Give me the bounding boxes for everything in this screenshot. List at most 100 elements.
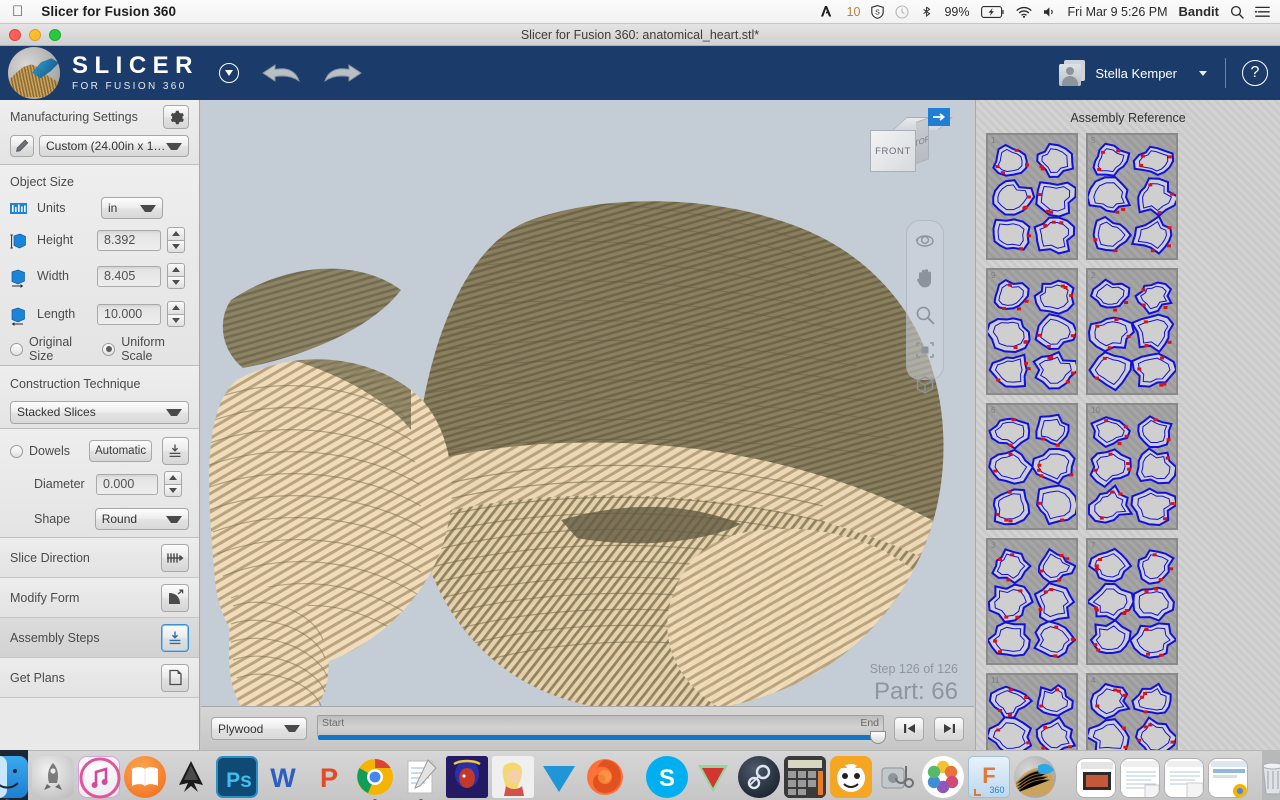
dock-item-photos[interactable] — [922, 756, 964, 798]
redo-button[interactable] — [323, 62, 363, 84]
dowels-radio[interactable] — [10, 444, 23, 458]
length-input[interactable]: 10.000 — [97, 303, 161, 325]
material-dropdown[interactable]: Plywood — [211, 717, 307, 740]
dock-item-calculator[interactable] — [784, 756, 826, 798]
width-stepper[interactable] — [167, 263, 185, 289]
slider-knob[interactable] — [870, 730, 887, 744]
assembly-sheet-thumbnail[interactable]: 1 — [986, 133, 1078, 260]
assembly-sheet-thumbnail[interactable]: 7 — [1086, 538, 1178, 665]
height-input[interactable]: 8.392 — [97, 229, 161, 251]
dock-item-disk-utility[interactable] — [876, 756, 918, 798]
close-button[interactable] — [9, 29, 21, 41]
dock-item-textedit[interactable] — [400, 756, 442, 800]
menubar-username[interactable]: Bandit — [1179, 4, 1219, 19]
app-menu-button[interactable] — [219, 63, 240, 83]
undo-button[interactable] — [261, 62, 301, 84]
dock-item-vlc-alt[interactable] — [538, 756, 580, 798]
dock-item-trash[interactable] — [1252, 756, 1280, 798]
dock-item-vlc[interactable] — [692, 756, 734, 798]
dock-item-photoshop[interactable]: Ps — [216, 756, 258, 798]
apple-logo-icon[interactable]:  — [12, 4, 23, 19]
dock-item-steam[interactable] — [738, 756, 780, 798]
get-plans-icon[interactable] — [161, 663, 189, 692]
home-view-button[interactable] — [928, 108, 950, 126]
fit-screen-icon[interactable] — [915, 341, 935, 364]
wifi-icon[interactable] — [1016, 6, 1032, 18]
length-stepper-up[interactable] — [167, 301, 185, 314]
sidebar-item-get-plans[interactable]: Get Plans — [0, 658, 199, 698]
assembly-sheet-thumbnail[interactable]: 5 — [1086, 133, 1178, 260]
units-dropdown[interactable]: in — [101, 197, 163, 219]
diameter-stepper-down[interactable] — [164, 483, 182, 497]
diameter-stepper-up[interactable] — [164, 471, 182, 484]
viewcube-small-icon[interactable] — [915, 375, 935, 400]
dock-item-firefox[interactable] — [584, 756, 626, 798]
assembly-sheet-thumbnail[interactable]: 10 — [1086, 403, 1178, 530]
construction-technique-dropdown[interactable]: Stacked Slices — [10, 400, 189, 424]
dock-item-itunes[interactable] — [78, 756, 121, 799]
minimized-window-1[interactable] — [1076, 758, 1116, 798]
dock-item-scratch[interactable] — [830, 756, 872, 798]
orbit-icon[interactable] — [914, 231, 936, 256]
height-stepper-up[interactable] — [167, 227, 185, 240]
dock-item-fusion360[interactable]: F 360 — [968, 756, 1010, 798]
3d-viewport[interactable]: TOP FRONT Step 126 of 126 Part: 66 — [201, 100, 974, 750]
modify-form-icon[interactable] — [161, 583, 189, 612]
view-cube-front-face[interactable]: FRONT — [870, 130, 916, 172]
uniform-scale-radio[interactable] — [102, 342, 116, 356]
volume-icon[interactable] — [1043, 6, 1057, 18]
first-step-button[interactable] — [894, 716, 924, 741]
dock-item-finder[interactable] — [0, 756, 28, 800]
minimized-window-2[interactable] — [1120, 758, 1160, 798]
diameter-input[interactable]: 0.000 — [96, 473, 158, 495]
dock-item-powerpoint[interactable]: P — [308, 756, 350, 798]
assembly-sheet-thumbnail[interactable]: 4 — [1086, 673, 1178, 750]
dock-item-art-app-2[interactable] — [492, 756, 534, 798]
help-button[interactable]: ? — [1242, 60, 1268, 86]
chevron-down-icon[interactable] — [1199, 70, 1207, 76]
length-stepper-down[interactable] — [167, 313, 185, 327]
width-stepper-up[interactable] — [167, 263, 185, 276]
slice-direction-icon[interactable] — [161, 543, 189, 572]
menubar-app-title[interactable]: Slicer for Fusion 360 — [41, 4, 176, 19]
bluetooth-icon[interactable] — [920, 5, 933, 18]
height-stepper-down[interactable] — [167, 239, 185, 253]
dock-item-skype[interactable]: S — [646, 756, 688, 798]
width-input[interactable]: 8.405 — [97, 265, 161, 287]
width-stepper-down[interactable] — [167, 275, 185, 289]
user-name[interactable]: Stella Kemper — [1095, 66, 1177, 81]
assembly-sheet-thumbnail[interactable]: 3 — [986, 538, 1078, 665]
dowels-automatic-button[interactable]: Automatic — [89, 440, 152, 462]
dock-item-launchpad[interactable] — [32, 756, 74, 798]
dock-item-slicer[interactable] — [1014, 756, 1056, 798]
dock-item-word[interactable]: W — [262, 756, 304, 798]
assembly-sheet-thumbnail[interactable]: 6 — [986, 403, 1078, 530]
assembly-sheet-thumbnail[interactable]: 11 — [986, 673, 1078, 750]
minimized-window-4[interactable] — [1208, 758, 1248, 798]
minimized-window-3[interactable] — [1164, 758, 1204, 798]
length-stepper[interactable] — [167, 301, 185, 327]
assembly-sheet-thumbnail[interactable]: 2 — [1086, 268, 1178, 395]
manufacturing-preset-dropdown[interactable]: Custom (24.00in x 1… — [39, 135, 189, 157]
edit-preset-button[interactable] — [10, 135, 34, 157]
menubar-datetime[interactable]: Fri Mar 9 5:26 PM — [1068, 5, 1168, 19]
search-icon[interactable] — [1230, 5, 1244, 19]
dock-item-art-app-1[interactable] — [446, 756, 488, 798]
last-step-button[interactable] — [934, 716, 964, 741]
shield-icon[interactable]: S — [871, 4, 885, 19]
diameter-stepper[interactable] — [164, 471, 182, 497]
height-stepper[interactable] — [167, 227, 185, 253]
sidebar-item-assembly-steps[interactable]: Assembly Steps — [0, 618, 199, 658]
clock-icon[interactable] — [895, 4, 910, 19]
original-size-radio[interactable] — [10, 342, 23, 356]
notifications-list-icon[interactable] — [1255, 6, 1270, 18]
battery-charging-icon[interactable] — [980, 5, 1005, 18]
sidebar-item-modify-form[interactable]: Modify Form — [0, 578, 199, 618]
dock-item-inkscape[interactable] — [170, 756, 212, 798]
gear-icon[interactable] — [163, 105, 189, 129]
step-slider[interactable]: Start End — [317, 714, 887, 744]
sidebar-item-slice-direction[interactable]: Slice Direction — [0, 538, 199, 578]
adobe-icon[interactable] — [820, 5, 833, 18]
minimize-button[interactable] — [29, 29, 41, 41]
dowel-stack-icon[interactable] — [161, 437, 189, 465]
